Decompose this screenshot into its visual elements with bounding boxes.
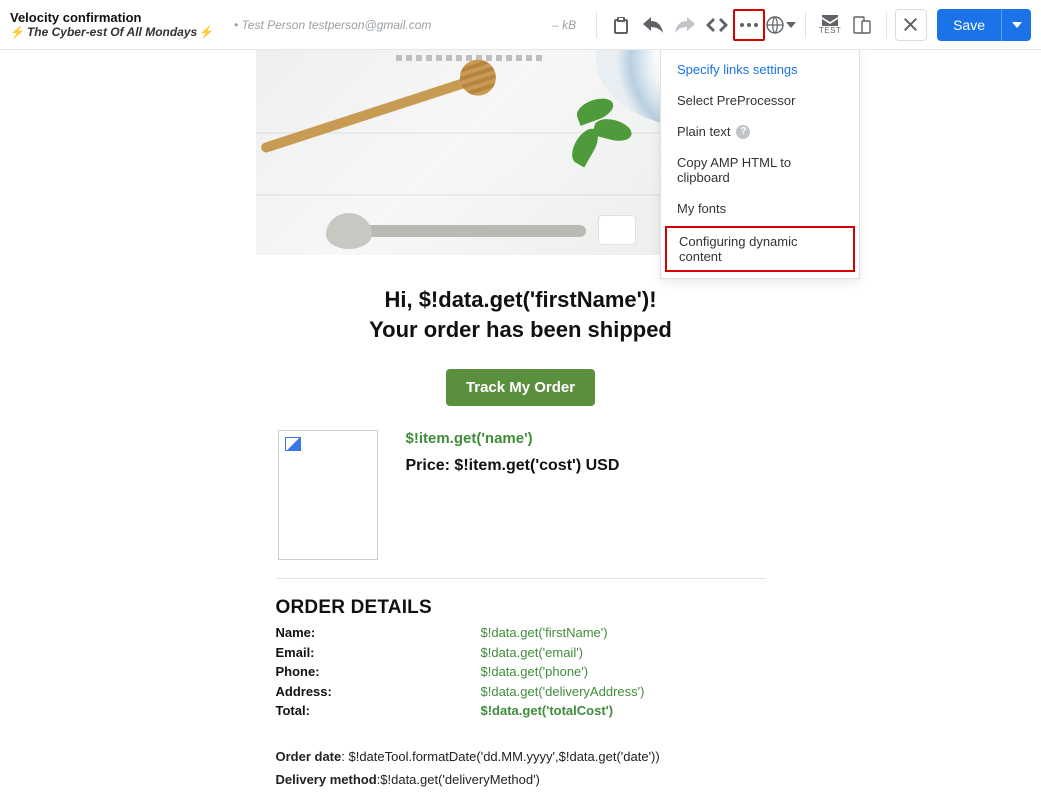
product-row: $!item.get('name') Price: $!item.get('co…: [278, 430, 764, 560]
close-icon: [904, 18, 918, 32]
size-indicator: – kB: [552, 18, 576, 32]
close-button[interactable]: [895, 9, 927, 41]
menu-select-preprocessor[interactable]: Select PreProcessor: [661, 85, 859, 116]
chevron-down-icon: [786, 20, 796, 30]
save-button[interactable]: Save: [937, 9, 1001, 41]
save-dropdown-button[interactable]: [1001, 9, 1031, 41]
detail-name: Name: $!data.get('firstName'): [276, 623, 766, 643]
order-meta: Order date: $!dateTool.formatDate('dd.MM…: [276, 745, 766, 793]
email-body: Hi, $!data.get('firstName')! Your order …: [256, 255, 786, 793]
detail-total: Total: $!data.get('totalCost'): [276, 701, 766, 721]
help-icon: ?: [736, 125, 750, 139]
product-name: $!item.get('name'): [406, 430, 620, 447]
code-icon[interactable]: [701, 9, 733, 41]
forward-icon[interactable]: [669, 9, 701, 41]
track-order-button[interactable]: Track My Order: [446, 369, 595, 406]
menu-specify-links[interactable]: Specify links settings: [661, 54, 859, 85]
order-details-heading: ORDER DETAILS: [276, 597, 766, 619]
save-button-group: Save: [937, 9, 1031, 41]
more-menu-button[interactable]: [733, 9, 765, 41]
reply-icon[interactable]: [637, 9, 669, 41]
top-toolbar: Velocity confirmation ⚡ The Cyber-est Of…: [0, 0, 1041, 50]
detail-email: Email: $!data.get('email'): [276, 643, 766, 663]
chevron-down-icon: [1012, 22, 1022, 28]
lightning-icon: ⚡: [199, 25, 214, 39]
device-preview-icon[interactable]: [846, 9, 878, 41]
language-selector[interactable]: [765, 9, 797, 41]
divider: [276, 578, 766, 579]
send-test-button[interactable]: TEST: [814, 9, 846, 41]
greeting-text: Hi, $!data.get('firstName')!: [276, 287, 766, 313]
product-price: Price: $!item.get('cost') USD: [406, 457, 620, 475]
menu-copy-amp[interactable]: Copy AMP HTML to clipboard: [661, 147, 859, 193]
test-recipient: • Test Person testperson@gmail.com: [234, 18, 431, 32]
template-title: Velocity confirmation: [10, 10, 230, 26]
detail-phone: Phone: $!data.get('phone'): [276, 662, 766, 682]
menu-dynamic-content[interactable]: Configuring dynamic content: [665, 226, 855, 272]
menu-plain-text[interactable]: Plain text ?: [661, 116, 859, 147]
lightning-icon: ⚡: [10, 25, 25, 39]
product-image-placeholder: [278, 430, 378, 560]
menu-my-fonts[interactable]: My fonts: [661, 193, 859, 224]
clipboard-icon[interactable]: [605, 9, 637, 41]
shipped-text: Your order has been shipped: [276, 317, 766, 343]
editor-canvas: Hi, $!data.get('firstName')! Your order …: [0, 50, 1041, 793]
template-subtitle: ⚡ The Cyber-est Of All Mondays ⚡: [10, 25, 230, 39]
title-block: Velocity confirmation ⚡ The Cyber-est Of…: [10, 10, 230, 40]
detail-address: Address: $!data.get('deliveryAddress'): [276, 682, 766, 702]
more-menu-dropdown: Specify links settings Select PreProcess…: [660, 50, 860, 279]
